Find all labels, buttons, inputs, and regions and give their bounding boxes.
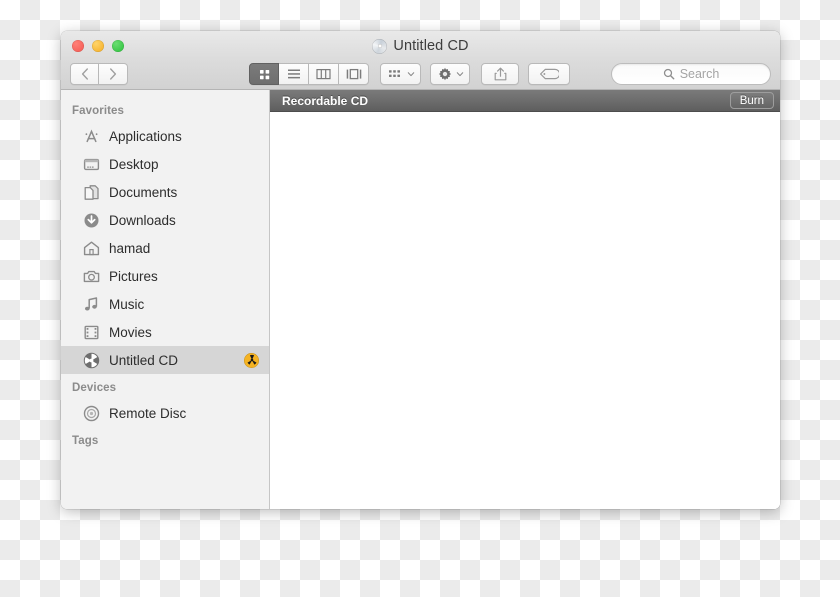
- sidebar-section-favorites-header: Favorites: [61, 97, 269, 122]
- sidebar-item-documents[interactable]: Documents: [61, 178, 269, 206]
- window-body: Favorites Applications: [61, 90, 780, 509]
- arrange-grid-icon: [388, 68, 403, 80]
- grid-icon: [258, 68, 271, 81]
- sidebar-item-label: Remote Disc: [109, 406, 259, 421]
- back-button[interactable]: [70, 63, 99, 85]
- sidebar-item-label: Documents: [109, 185, 259, 200]
- finder-window: Untitled CD: [61, 31, 780, 509]
- sidebar-item-untitled-cd[interactable]: Untitled CD: [61, 346, 269, 374]
- optical-disc-icon: [83, 352, 100, 369]
- zoom-button[interactable]: [112, 40, 124, 52]
- file-browser-pane: Recordable CD Burn: [270, 90, 780, 509]
- share-icon: [494, 67, 507, 81]
- chevron-left-icon: [81, 68, 89, 80]
- chevron-down-icon: [407, 70, 415, 78]
- movies-film-icon: [83, 324, 100, 341]
- sidebar-item-pictures[interactable]: Pictures: [61, 262, 269, 290]
- gear-icon: [438, 67, 452, 81]
- optical-disc-icon: [372, 39, 387, 54]
- minimize-button[interactable]: [92, 40, 104, 52]
- sidebar-item-label: Downloads: [109, 213, 259, 228]
- sidebar-item-label: Music: [109, 297, 259, 312]
- downloads-icon: [83, 212, 100, 229]
- action-menu-button[interactable]: [430, 63, 470, 85]
- sidebar-item-label: Untitled CD: [109, 353, 235, 368]
- sidebar-item-downloads[interactable]: Downloads: [61, 206, 269, 234]
- burn-radiation-icon[interactable]: [244, 353, 259, 368]
- window-title-group: Untitled CD: [61, 38, 780, 54]
- sidebar-item-music[interactable]: Music: [61, 290, 269, 318]
- recordable-cd-status-bar: Recordable CD Burn: [270, 90, 780, 112]
- documents-icon: [83, 184, 100, 201]
- sidebar-item-label: hamad: [109, 241, 259, 256]
- window-title: Untitled CD: [393, 38, 468, 54]
- sidebar-item-movies[interactable]: Movies: [61, 318, 269, 346]
- music-note-icon: [83, 296, 100, 313]
- finder-sidebar: Favorites Applications: [61, 90, 270, 509]
- navigation-buttons: [70, 63, 128, 85]
- file-list-area[interactable]: [270, 112, 780, 509]
- chevron-down-icon: [456, 70, 464, 78]
- list-view-button[interactable]: [279, 63, 309, 85]
- traffic-lights: [72, 40, 124, 52]
- search-field[interactable]: Search: [611, 63, 771, 85]
- remote-disc-icon: [83, 405, 100, 422]
- recordable-cd-label: Recordable CD: [282, 94, 368, 108]
- search-placeholder: Search: [680, 67, 720, 81]
- sidebar-section-devices-header: Devices: [61, 374, 269, 399]
- forward-button[interactable]: [99, 63, 128, 85]
- sidebar-item-home[interactable]: hamad: [61, 234, 269, 262]
- view-mode-buttons: [249, 63, 369, 85]
- sidebar-item-desktop[interactable]: Desktop: [61, 150, 269, 178]
- icon-view-button[interactable]: [249, 63, 279, 85]
- finder-toolbar: Search: [61, 58, 780, 90]
- home-icon: [83, 240, 100, 257]
- sidebar-item-label: Applications: [109, 129, 259, 144]
- column-view-button[interactable]: [309, 63, 339, 85]
- chevron-right-icon: [109, 68, 117, 80]
- arrange-button[interactable]: [380, 63, 421, 85]
- columns-icon: [316, 68, 331, 80]
- list-icon: [287, 68, 301, 80]
- tag-icon: [539, 68, 559, 80]
- search-icon: [663, 68, 675, 80]
- desktop-icon: [83, 156, 100, 173]
- sidebar-section-tags-header: Tags: [61, 427, 269, 452]
- pictures-camera-icon: [83, 268, 100, 285]
- radiation-trefoil-icon: [246, 354, 258, 366]
- tag-button[interactable]: [528, 63, 570, 85]
- coverflow-view-button[interactable]: [339, 63, 369, 85]
- applications-icon: [83, 128, 100, 145]
- burn-button[interactable]: Burn: [730, 92, 774, 109]
- sidebar-item-remote-disc[interactable]: Remote Disc: [61, 399, 269, 427]
- coverflow-icon: [346, 68, 362, 80]
- sidebar-item-applications[interactable]: Applications: [61, 122, 269, 150]
- sidebar-item-label: Movies: [109, 325, 259, 340]
- sidebar-item-label: Desktop: [109, 157, 259, 172]
- share-button[interactable]: [481, 63, 519, 85]
- sidebar-item-label: Pictures: [109, 269, 259, 284]
- close-button[interactable]: [72, 40, 84, 52]
- window-titlebar: Untitled CD: [61, 31, 780, 90]
